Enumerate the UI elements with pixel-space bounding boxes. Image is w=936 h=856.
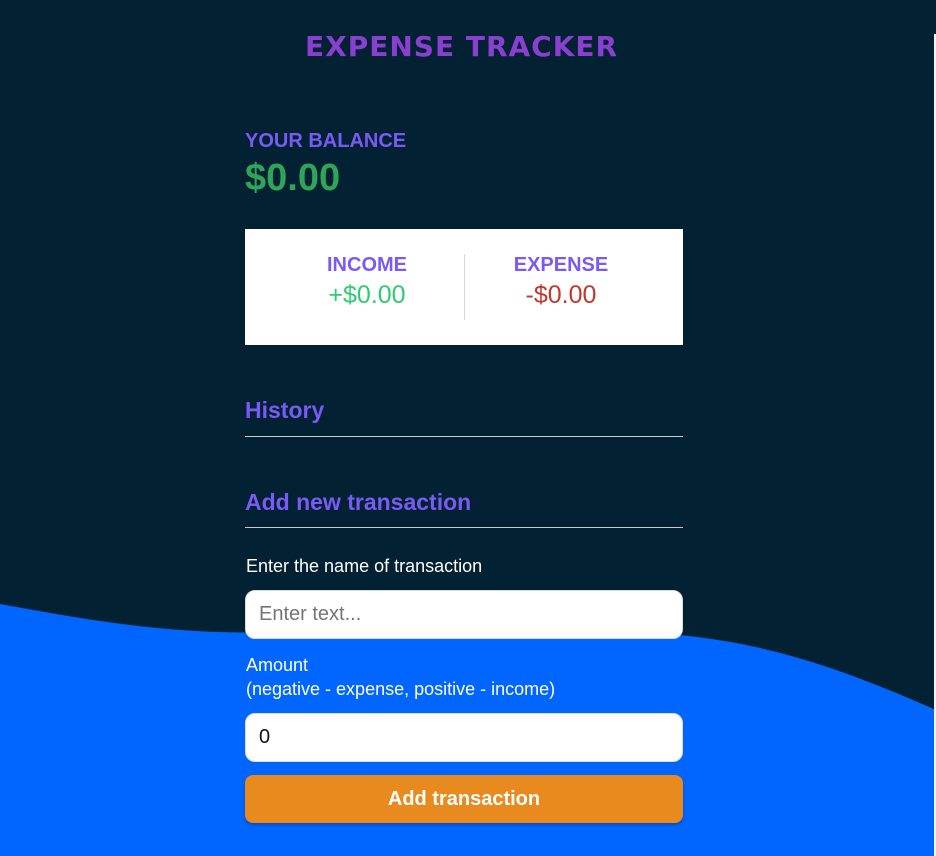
income-summary: INCOME +$0.00 xyxy=(267,254,467,310)
expense-amount: -$0.00 xyxy=(525,281,597,309)
income-expense-summary: INCOME +$0.00 EXPENSE -$0.00 xyxy=(245,229,683,345)
balance-value: $0.00 xyxy=(245,157,341,199)
expense-tracker-app: EXPENSE TRACKER YOUR BALANCE $0.00 INCOM… xyxy=(0,0,936,856)
income-label: INCOME xyxy=(327,254,407,276)
amount-label-title: Amount xyxy=(246,655,309,675)
app-title: EXPENSE TRACKER xyxy=(305,30,619,63)
amount-input[interactable] xyxy=(245,713,683,762)
history-heading: History xyxy=(245,396,683,437)
expense-summary: EXPENSE -$0.00 xyxy=(461,254,661,310)
balance-label: YOUR BALANCE xyxy=(245,130,407,152)
amount-label-hint: (negative - expense, positive - income) xyxy=(246,679,556,699)
transaction-name-label: Enter the name of transaction xyxy=(246,556,483,576)
add-transaction-heading: Add new transaction xyxy=(245,488,683,528)
amount-label: Amount (negative - expense, positive - i… xyxy=(246,653,555,701)
expense-label: EXPENSE xyxy=(513,254,609,276)
add-transaction-button[interactable]: Add transaction xyxy=(245,775,683,823)
income-amount: +$0.00 xyxy=(328,281,406,309)
transaction-name-input[interactable] xyxy=(245,590,683,639)
